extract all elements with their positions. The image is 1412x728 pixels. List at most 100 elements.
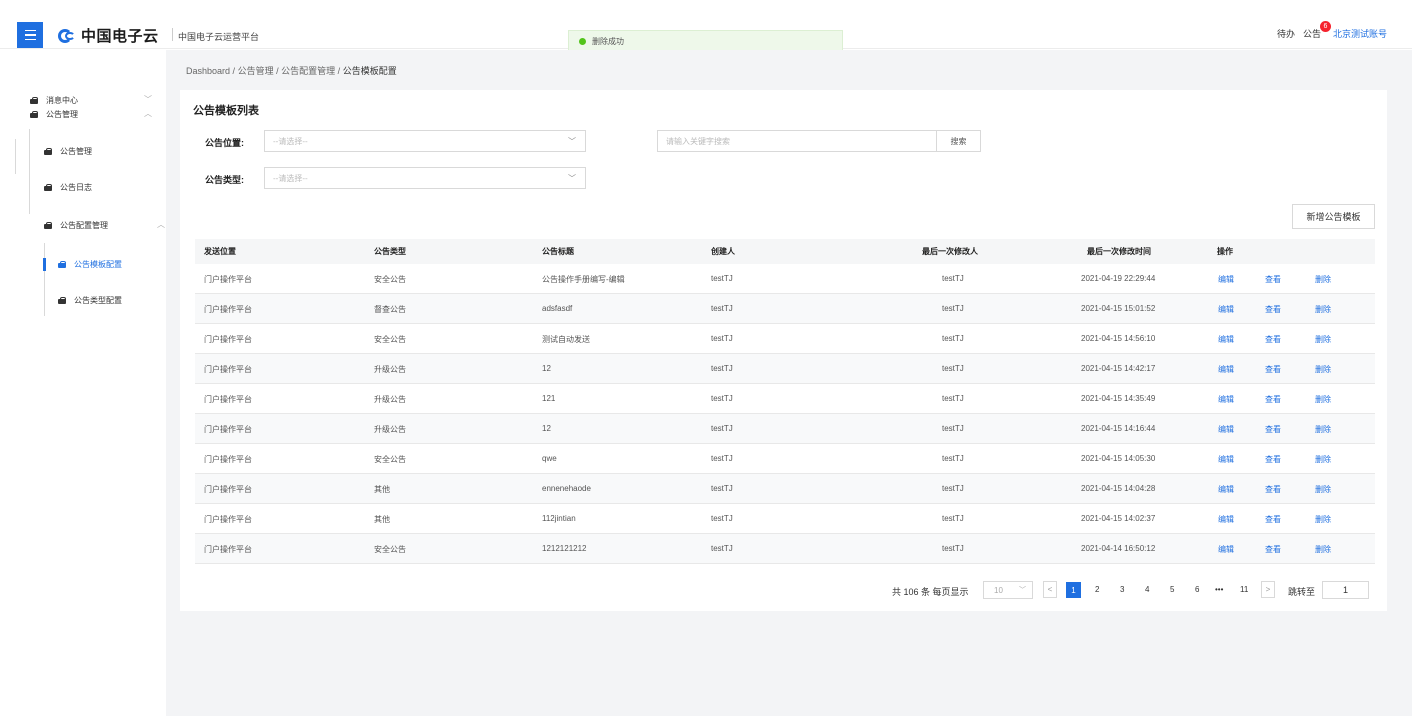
- table-cell: testTJ: [942, 394, 964, 403]
- home-icon: [44, 148, 52, 155]
- table-cell: 督查公告: [374, 305, 406, 314]
- delete-button[interactable]: 删除: [1315, 394, 1331, 405]
- table-cell: testTJ: [942, 484, 964, 493]
- page-button[interactable]: 11: [1240, 585, 1248, 594]
- table-cell: 2021-04-15 14:35:49: [1081, 394, 1156, 403]
- table-row: 门户操作平台 其他 112jintian testTJ testTJ 2021-04-15…: [195, 504, 1375, 534]
- table-cell: testTJ: [942, 364, 964, 373]
- delete-button[interactable]: 删除: [1315, 424, 1331, 435]
- sidebar-item-type-config[interactable]: 公告类型配置: [58, 295, 122, 306]
- view-button[interactable]: 查看: [1265, 544, 1281, 555]
- delete-button[interactable]: 删除: [1315, 484, 1331, 495]
- table-cell: 测试自动发送: [542, 335, 590, 344]
- view-button[interactable]: 查看: [1265, 424, 1281, 435]
- table-cell: 公告操作手册编写-编辑: [542, 275, 625, 284]
- view-button[interactable]: 查看: [1265, 454, 1281, 465]
- view-button[interactable]: 查看: [1265, 304, 1281, 315]
- view-button[interactable]: 查看: [1265, 514, 1281, 525]
- table-cell: testTJ: [711, 484, 733, 493]
- todo-link[interactable]: 待办: [1277, 27, 1295, 40]
- notice-link[interactable]: 公告 6: [1303, 21, 1331, 40]
- table-cell: testTJ: [942, 424, 964, 433]
- sidebar-item-notice-management[interactable]: 公告管理: [30, 109, 78, 120]
- table-cell: 1212121212: [542, 544, 587, 553]
- table-row: 门户操作平台 安全公告 测试自动发送 testTJ testTJ 2021-04-15 1…: [195, 324, 1375, 354]
- table-cell: 121: [542, 394, 556, 403]
- table-row: 门户操作平台 安全公告 公告操作手册编写-编辑 testTJ testTJ 2021-04…: [195, 264, 1375, 294]
- chevron-down-icon: ﹀: [568, 137, 576, 146]
- table-cell: testTJ: [711, 544, 733, 553]
- page-button[interactable]: 4: [1145, 585, 1149, 594]
- delete-button[interactable]: 删除: [1315, 454, 1331, 465]
- delete-button[interactable]: 删除: [1315, 334, 1331, 345]
- table-row: 门户操作平台 升级公告 12 testTJ testTJ 2021-04-15 14:42…: [195, 354, 1375, 384]
- page-title: 公告模板列表: [193, 105, 259, 117]
- table-cell: testTJ: [942, 304, 964, 313]
- page-button[interactable]: 6: [1195, 585, 1199, 594]
- view-button[interactable]: 查看: [1265, 274, 1281, 285]
- table-cell: 门户操作平台: [204, 275, 252, 284]
- search-button[interactable]: 搜索: [936, 130, 981, 152]
- view-button[interactable]: 查看: [1265, 334, 1281, 345]
- table-cell: 其他: [374, 485, 390, 494]
- breadcrumb-item[interactable]: 公告管理: [238, 66, 274, 76]
- breadcrumb-item[interactable]: 公告配置管理: [281, 66, 335, 76]
- page-button-current[interactable]: 1: [1066, 582, 1081, 598]
- page-size-select[interactable]: 10 ﹀: [983, 581, 1033, 599]
- delete-button[interactable]: 删除: [1315, 544, 1331, 555]
- prev-page-button[interactable]: <: [1043, 581, 1057, 598]
- table-cell: 12: [542, 424, 551, 433]
- home-icon: [30, 111, 38, 118]
- type-select[interactable]: --请选择-- ﹀: [264, 167, 586, 189]
- active-indicator: [43, 258, 46, 271]
- table-cell: 2021-04-14 16:50:12: [1081, 544, 1156, 553]
- table-cell: testTJ: [942, 334, 964, 343]
- delete-button[interactable]: 删除: [1315, 274, 1331, 285]
- sidebar-item-label: 消息中心: [46, 96, 78, 105]
- breadcrumb-item[interactable]: Dashboard: [186, 66, 230, 76]
- menu-toggle-button[interactable]: [17, 22, 43, 48]
- page-button[interactable]: 3: [1120, 585, 1124, 594]
- view-button[interactable]: 查看: [1265, 394, 1281, 405]
- search-input[interactable]: 请输入关键字搜索: [657, 130, 937, 152]
- table-row: 门户操作平台 升级公告 121 testTJ testTJ 2021-04-15 14:3…: [195, 384, 1375, 414]
- table-cell: 门户操作平台: [204, 515, 252, 524]
- edit-button[interactable]: 编辑: [1218, 364, 1234, 375]
- next-page-button[interactable]: >: [1261, 581, 1275, 598]
- type-filter-label: 公告类型:: [205, 175, 244, 185]
- table-cell: 其他: [374, 515, 390, 524]
- edit-button[interactable]: 编辑: [1218, 274, 1234, 285]
- sidebar-item-notice-config[interactable]: 公告配置管理: [44, 220, 108, 231]
- edit-button[interactable]: 编辑: [1218, 424, 1234, 435]
- page-button[interactable]: 2: [1095, 585, 1099, 594]
- delete-button[interactable]: 删除: [1315, 514, 1331, 525]
- delete-button[interactable]: 删除: [1315, 364, 1331, 375]
- edit-button[interactable]: 编辑: [1218, 484, 1234, 495]
- edit-button[interactable]: 编辑: [1218, 514, 1234, 525]
- edit-button[interactable]: 编辑: [1218, 544, 1234, 555]
- account-name[interactable]: 北京测试账号: [1333, 27, 1387, 40]
- logo: 中国电子云: [58, 25, 159, 46]
- delete-button[interactable]: 删除: [1315, 304, 1331, 315]
- edit-button[interactable]: 编辑: [1218, 454, 1234, 465]
- page-button[interactable]: 5: [1170, 585, 1174, 594]
- view-button[interactable]: 查看: [1265, 364, 1281, 375]
- table-cell: ennenehaode: [542, 484, 591, 493]
- sidebar-item-notice-log[interactable]: 公告日志: [44, 182, 92, 193]
- sidebar-item-label: 公告配置管理: [60, 221, 108, 230]
- edit-button[interactable]: 编辑: [1218, 304, 1234, 315]
- more-pages-button[interactable]: •••: [1215, 585, 1223, 594]
- table-cell: testTJ: [711, 364, 733, 373]
- add-template-button[interactable]: 新增公告模板: [1292, 204, 1375, 229]
- sidebar-item-template-config[interactable]: 公告模板配置: [58, 259, 122, 270]
- view-button[interactable]: 查看: [1265, 484, 1281, 495]
- table-cell: testTJ: [711, 424, 733, 433]
- sidebar-item-notice-list[interactable]: 公告管理: [44, 146, 92, 157]
- position-select[interactable]: --请选择-- ﹀: [264, 130, 586, 152]
- jump-page-input[interactable]: 1: [1322, 581, 1369, 599]
- edit-button[interactable]: 编辑: [1218, 334, 1234, 345]
- submenu-line: [15, 139, 16, 174]
- sidebar-item-message-center[interactable]: 消息中心: [30, 95, 78, 106]
- table-cell: testTJ: [942, 454, 964, 463]
- edit-button[interactable]: 编辑: [1218, 394, 1234, 405]
